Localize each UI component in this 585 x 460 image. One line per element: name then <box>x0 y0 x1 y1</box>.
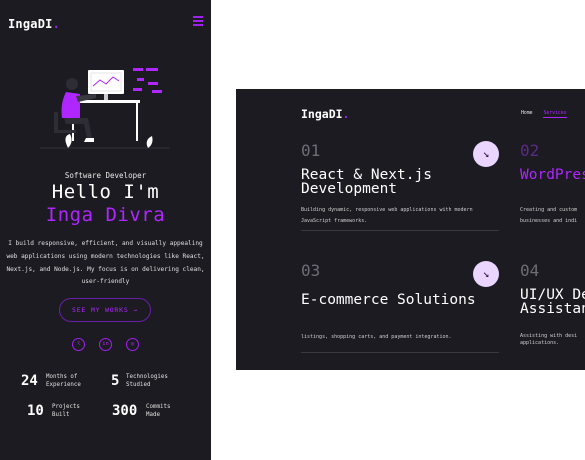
nav-bar: Home Services <box>521 111 575 118</box>
service-title: UI/UX De Assistan <box>520 288 585 317</box>
service-card-react[interactable]: 01 ↘ React & Next.js Development Building… <box>301 141 499 241</box>
stat-label: Technologies Studied <box>126 373 168 389</box>
logo-text: IngaDI <box>8 17 53 31</box>
stat-label-line: Built <box>52 412 70 418</box>
hamburger-menu-icon[interactable] <box>193 15 203 26</box>
hero-name: Inga Divra <box>45 204 166 226</box>
service-title: WordPres <box>520 167 585 183</box>
desktop-view: IngaDI. Home Services 01 ↘ React & Next.… <box>236 89 585 370</box>
service-title: E-commerce Solutions <box>301 292 476 308</box>
stat-label-line: Projects <box>52 404 80 410</box>
service-number: 03 <box>301 261 321 280</box>
service-number: 01 <box>301 141 321 160</box>
divider <box>301 230 499 231</box>
stat-number: 24 <box>21 373 38 389</box>
instagram-icon[interactable]: ◎ <box>126 338 139 351</box>
service-title: React & Next.js Development <box>301 168 501 197</box>
stat-label-line: Technologies <box>126 374 168 380</box>
service-description: Building dynamic, responsive web applica… <box>301 205 501 227</box>
stat-label: Months of Experience <box>46 373 81 389</box>
service-description-line: Assisting with desi <box>520 333 578 339</box>
service-number: 04 <box>520 261 540 280</box>
mobile-view: IngaDI. Software Developer Hello I'm Ing… <box>0 0 211 460</box>
divider <box>301 352 499 353</box>
social-links: ⌥ in ◎ <box>72 338 140 351</box>
stat-label-line: Experience <box>46 382 81 388</box>
service-card-wordpress[interactable]: 02 WordPres Creating and custom businesse… <box>520 141 585 241</box>
service-title-line: Development <box>301 181 398 197</box>
stat-label: Commits Made <box>146 403 170 419</box>
service-description-line: businesses and indi <box>520 218 578 224</box>
developer-illustration <box>40 68 170 149</box>
arrow-icon[interactable]: ↘ <box>473 261 499 287</box>
service-description-line: Building dynamic, responsive web applica… <box>301 207 473 213</box>
service-description: Assisting with desi applications. <box>520 333 585 347</box>
logo[interactable]: IngaDI. <box>8 17 60 31</box>
service-card-ecommerce[interactable]: 03 ↘ E-commerce Solutions listings, shop… <box>301 261 499 361</box>
service-title-line: Assistan <box>520 301 585 317</box>
logo-dot: . <box>342 107 350 121</box>
linkedin-icon[interactable]: in <box>99 338 112 351</box>
logo[interactable]: IngaDI. <box>301 107 349 121</box>
stat-number: 5 <box>111 373 120 389</box>
stat-label: Projects Built <box>52 403 80 419</box>
logo-text: IngaDI <box>301 107 343 121</box>
github-icon[interactable]: ⌥ <box>72 338 85 351</box>
stat-label-line: Commits <box>146 404 171 410</box>
service-card-uiux[interactable]: 04 UI/UX De Assistan Assisting with desi a… <box>520 261 585 361</box>
service-description-line: JavaScript frameworks. <box>301 218 368 224</box>
arrow-icon[interactable]: ↘ <box>473 141 499 167</box>
service-description: Creating and custom businesses and indi <box>520 205 585 227</box>
stat-number: 300 <box>112 403 138 419</box>
stat-label-line: Made <box>146 412 160 418</box>
stat-label-line: Months of <box>46 374 78 380</box>
service-description-line: Creating and custom <box>520 207 578 213</box>
nav-item-home[interactable]: Home <box>521 111 533 116</box>
see-my-works-button[interactable]: SEE MY WORKS → <box>59 298 151 322</box>
mobile-header: IngaDI. <box>8 13 203 31</box>
hero-description: I build responsive, efficient, and visua… <box>6 240 205 286</box>
stat-label-line: Studied <box>126 382 151 388</box>
service-number: 02 <box>520 141 540 160</box>
stat-number: 10 <box>27 403 44 419</box>
service-description: listings, shopping carts, and payment in… <box>301 334 452 340</box>
hero-subtitle: Software Developer <box>64 171 147 180</box>
nav-item-services[interactable]: Services <box>543 111 567 118</box>
hero-greeting: Hello I'm <box>51 181 160 203</box>
service-description-line: applications. <box>520 340 560 346</box>
logo-dot: . <box>52 17 60 31</box>
